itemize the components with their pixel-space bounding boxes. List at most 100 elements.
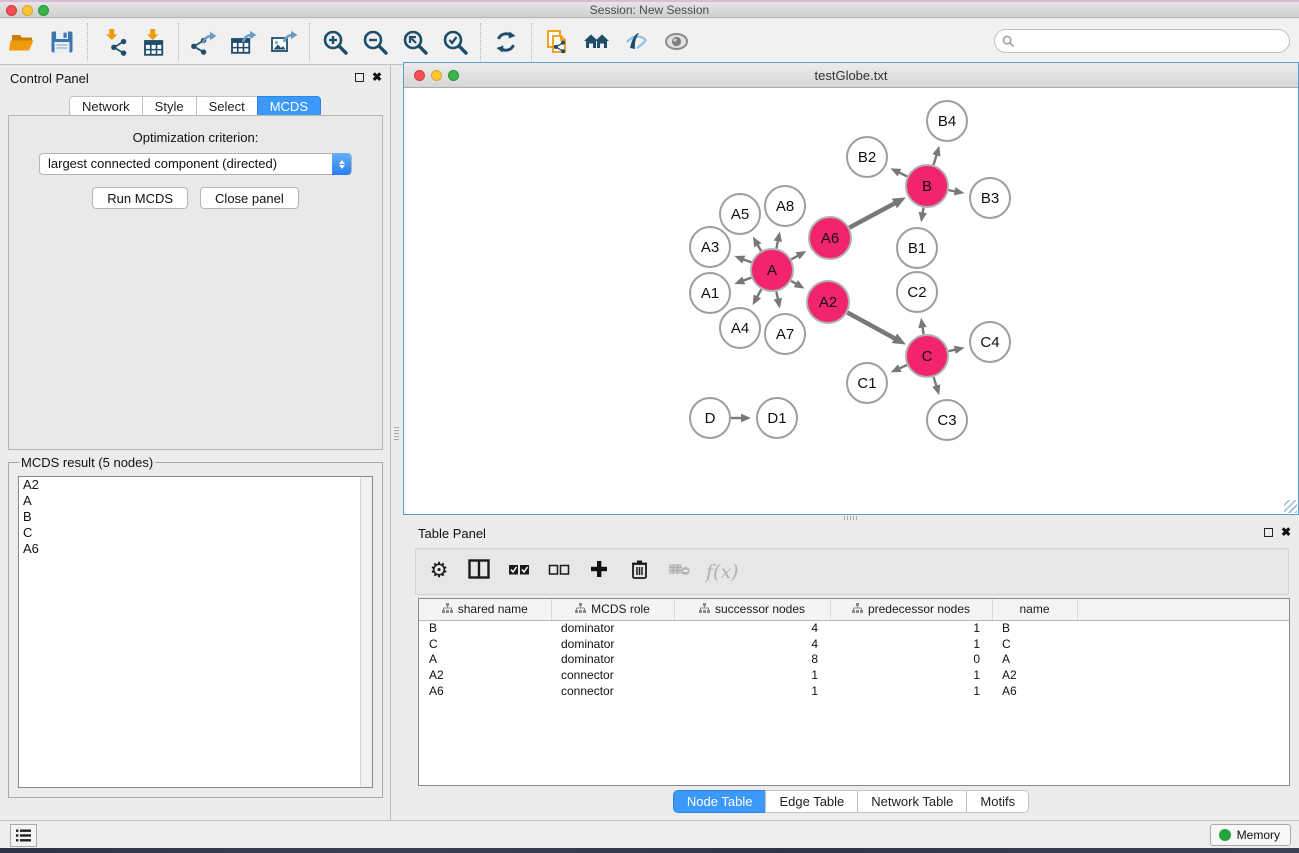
settings-gear-button[interactable]: ⚙ [426,557,452,587]
export-network-button[interactable] [184,23,224,61]
export-table-button[interactable] [224,23,264,61]
cell[interactable]: 1 [674,667,830,683]
save-session-button[interactable] [42,23,82,61]
graph-node-B2[interactable]: B2 [847,137,887,177]
graph-node-D1[interactable]: D1 [757,398,797,438]
cell[interactable]: connector [551,683,674,699]
graph-node-C4[interactable]: C4 [970,322,1010,362]
deselect-all-button[interactable] [546,557,572,587]
cell[interactable]: 8 [674,651,830,667]
cell[interactable]: 1 [830,683,992,699]
network-canvas[interactable]: AA5A8A3A1A4A7A6A2BB2B4B3B1C2CC4C1C3DD1 [404,88,1298,514]
cell[interactable]: A6 [419,683,551,699]
column-header-successor-nodes[interactable]: successor nodes [674,599,830,620]
import-table-button[interactable] [133,23,173,61]
delete-column-button[interactable] [626,557,652,587]
memory-button[interactable]: Memory [1210,824,1291,846]
graph-node-C[interactable]: C [906,335,948,377]
import-network-button[interactable] [93,23,133,61]
column-header-name[interactable]: name [992,599,1077,620]
close-panel-button[interactable]: Close panel [200,187,299,209]
cell[interactable]: dominator [551,620,674,636]
column-header-MCDS-role[interactable]: MCDS role [551,599,674,620]
cell[interactable]: B [419,620,551,636]
tab-edge-table[interactable]: Edge Table [765,790,857,813]
zoom-out-button[interactable] [355,23,395,61]
hide-details-button[interactable] [617,23,657,61]
column-header-predecessor-nodes[interactable]: predecessor nodes [830,599,992,620]
graph-node-A7[interactable]: A7 [765,314,805,354]
show-graphics-button[interactable] [657,23,697,61]
cell[interactable]: A6 [992,683,1077,699]
cell[interactable]: A2 [419,667,551,683]
home-pages-button[interactable] [577,23,617,61]
table-row[interactable]: A6connector11A6 [419,683,1289,699]
graph-node-C2[interactable]: C2 [897,272,937,312]
cell[interactable]: A2 [992,667,1077,683]
cell[interactable]: 1 [830,636,992,652]
graph-node-A3[interactable]: A3 [690,227,730,267]
graph-node-A6[interactable]: A6 [809,217,851,259]
search-input[interactable] [1015,31,1289,51]
table-row[interactable]: A2connector11A2 [419,667,1289,683]
mcds-result-item[interactable]: A6 [19,541,372,557]
cell[interactable]: dominator [551,636,674,652]
cell[interactable]: 4 [674,636,830,652]
table-float-panel-icon[interactable] [1264,528,1273,537]
table-row[interactable]: Cdominator41C [419,636,1289,652]
optimization-select[interactable]: largest connected component (directed) [39,153,352,175]
graph-node-A4[interactable]: A4 [720,308,760,348]
cell[interactable]: 1 [830,667,992,683]
tab-select[interactable]: Select [196,96,257,117]
graph-node-A8[interactable]: A8 [765,186,805,226]
mcds-result-item[interactable]: A2 [19,477,372,493]
table-close-panel-icon[interactable]: ✖ [1281,527,1291,537]
tab-style[interactable]: Style [142,96,196,117]
graph-node-B[interactable]: B [906,165,948,207]
mcds-result-item[interactable]: C [19,525,372,541]
cell[interactable]: 0 [830,651,992,667]
tab-node-table[interactable]: Node Table [673,790,766,813]
vertical-splitter-grip[interactable] [394,427,399,441]
cell[interactable]: 1 [674,683,830,699]
mcds-result-item[interactable]: B [19,509,372,525]
zoom-in-button[interactable] [315,23,355,61]
cell[interactable]: A [419,651,551,667]
table-row[interactable]: Adominator80A [419,651,1289,667]
graph-node-B3[interactable]: B3 [970,178,1010,218]
graph-node-B1[interactable]: B1 [897,228,937,268]
open-session-button[interactable] [2,23,42,61]
graph-node-A2[interactable]: A2 [807,281,849,323]
refresh-button[interactable] [486,23,526,61]
search-box[interactable] [994,29,1290,53]
select-all-button[interactable] [506,557,532,587]
column-layout-button[interactable] [466,557,492,587]
run-mcds-button[interactable]: Run MCDS [92,187,188,209]
graph-node-C3[interactable]: C3 [927,400,967,440]
float-panel-icon[interactable] [355,73,364,82]
result-list-scrollbar[interactable] [360,477,372,787]
cell[interactable]: C [419,636,551,652]
column-header-empty[interactable] [1077,599,1289,620]
cell[interactable]: dominator [551,651,674,667]
zoom-fit-button[interactable] [395,23,435,61]
graph-node-A1[interactable]: A1 [690,273,730,313]
tab-network[interactable]: Network [69,96,142,117]
graph-node-B4[interactable]: B4 [927,101,967,141]
window-resize-grip[interactable] [1284,500,1297,513]
tab-network-table[interactable]: Network Table [857,790,966,813]
add-column-button[interactable] [586,557,612,587]
graph-node-A5[interactable]: A5 [720,194,760,234]
mcds-result-item[interactable]: A [19,493,372,509]
table-row[interactable]: Bdominator41B [419,620,1289,636]
cell[interactable]: 4 [674,620,830,636]
export-image-button[interactable] [264,23,304,61]
graph-node-A[interactable]: A [751,249,793,291]
show-panels-button[interactable] [10,824,37,847]
close-panel-icon[interactable]: ✖ [372,72,382,82]
cell[interactable]: connector [551,667,674,683]
clone-network-button[interactable] [537,23,577,61]
cell[interactable]: C [992,636,1077,652]
column-header-shared-name[interactable]: shared name [419,599,551,620]
zoom-selected-button[interactable] [435,23,475,61]
